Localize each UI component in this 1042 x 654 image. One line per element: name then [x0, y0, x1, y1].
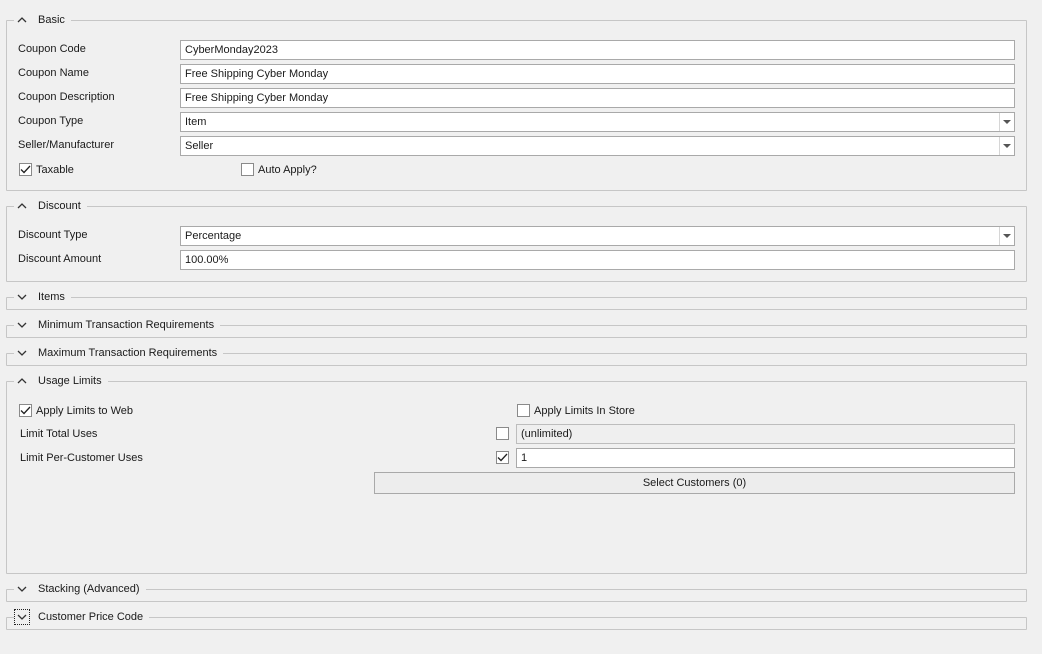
chevron-up-icon[interactable]	[14, 373, 30, 389]
auto-apply-label[interactable]: Auto Apply?	[258, 164, 317, 176]
group-discount-title: Discount	[38, 200, 81, 212]
group-min-requirements: Minimum Transaction Requirements	[6, 317, 1027, 338]
group-items-header[interactable]: Items	[14, 289, 71, 305]
group-max-requirements: Maximum Transaction Requirements	[6, 345, 1027, 366]
group-stacking: Stacking (Advanced)	[6, 581, 1027, 602]
group-items-frame	[6, 297, 1027, 310]
dropdown-arrow-icon[interactable]	[999, 113, 1014, 131]
group-basic-title: Basic	[38, 14, 65, 26]
coupon-type-select[interactable]: Item	[180, 112, 1015, 132]
coupon-type-value: Item	[185, 116, 207, 128]
group-stacking-header[interactable]: Stacking (Advanced)	[14, 581, 146, 597]
apply-limits-store-checkbox[interactable]	[517, 404, 530, 417]
chevron-down-icon[interactable]	[14, 317, 30, 333]
dropdown-arrow-icon[interactable]	[999, 137, 1014, 155]
checkmark-icon	[497, 453, 508, 462]
select-customers-button[interactable]: Select Customers (0)	[374, 472, 1015, 494]
group-usage-limits-header[interactable]: Usage Limits	[14, 373, 108, 389]
apply-limits-web-label[interactable]: Apply Limits to Web	[36, 405, 133, 417]
group-customer-price-code-header[interactable]: Customer Price Code	[14, 609, 150, 625]
limit-total-uses-label: Limit Total Uses	[20, 428, 98, 440]
group-basic-header[interactable]: Basic	[14, 12, 71, 28]
group-min-requirements-title: Minimum Transaction Requirements	[38, 319, 215, 331]
group-max-requirements-header[interactable]: Maximum Transaction Requirements	[14, 345, 224, 361]
limit-total-uses-input[interactable]: (unlimited)	[516, 424, 1015, 444]
coupon-description-value: Free Shipping Cyber Monday	[185, 92, 329, 104]
limit-per-customer-label: Limit Per-Customer Uses	[20, 452, 143, 464]
coupon-code-value: CyberMonday2023	[185, 44, 278, 56]
discount-amount-value: 100.00%	[185, 254, 229, 266]
apply-limits-store-label[interactable]: Apply Limits In Store	[534, 405, 635, 417]
checkmark-icon	[20, 165, 31, 174]
limit-per-customer-value: 1	[521, 452, 528, 464]
group-usage-limits-title: Usage Limits	[38, 375, 102, 387]
seller-label: Seller/Manufacturer	[18, 139, 114, 151]
discount-amount-label: Discount Amount	[18, 253, 102, 265]
group-customer-price-code-title: Customer Price Code	[38, 611, 144, 623]
group-max-requirements-title: Maximum Transaction Requirements	[38, 347, 218, 359]
discount-type-select[interactable]: Percentage	[180, 226, 1015, 246]
coupon-name-input[interactable]: Free Shipping Cyber Monday	[180, 64, 1015, 84]
coupon-name-label: Coupon Name	[18, 67, 89, 79]
limit-total-uses-value: (unlimited)	[521, 428, 573, 440]
group-basic: Basic Coupon Code CyberMonday2023 Coupon…	[6, 12, 1027, 191]
taxable-checkbox[interactable]	[19, 163, 32, 176]
chevron-down-icon[interactable]	[14, 609, 30, 625]
coupon-type-label: Coupon Type	[18, 115, 84, 127]
auto-apply-checkbox[interactable]	[241, 163, 254, 176]
coupon-code-input[interactable]: CyberMonday2023	[180, 40, 1015, 60]
chevron-down-icon[interactable]	[14, 345, 30, 361]
group-items: Items	[6, 289, 1027, 310]
group-min-requirements-header[interactable]: Minimum Transaction Requirements	[14, 317, 221, 333]
group-discount-header[interactable]: Discount	[14, 198, 87, 214]
limit-per-customer-checkbox[interactable]	[496, 451, 509, 464]
group-stacking-frame	[6, 589, 1027, 602]
dropdown-arrow-icon[interactable]	[999, 227, 1014, 245]
checkmark-icon	[20, 406, 31, 415]
coupon-description-input[interactable]: Free Shipping Cyber Monday	[180, 88, 1015, 108]
group-customer-price-code: Customer Price Code	[6, 609, 1027, 630]
group-stacking-title: Stacking (Advanced)	[38, 583, 140, 595]
limit-per-customer-input[interactable]: 1	[516, 448, 1015, 468]
seller-value: Seller	[185, 140, 214, 152]
group-discount: Discount Discount Type Percentage Discou…	[6, 198, 1027, 282]
group-items-title: Items	[38, 291, 65, 303]
taxable-label[interactable]: Taxable	[36, 164, 74, 176]
discount-type-value: Percentage	[185, 230, 242, 242]
chevron-down-icon[interactable]	[14, 581, 30, 597]
coupon-description-label: Coupon Description	[18, 91, 115, 103]
apply-limits-web-checkbox[interactable]	[19, 404, 32, 417]
coupon-code-label: Coupon Code	[18, 43, 86, 55]
group-usage-limits: Usage Limits Apply Limits to Web Apply L…	[6, 373, 1027, 574]
group-customer-price-code-frame	[6, 617, 1027, 630]
discount-amount-input[interactable]: 100.00%	[180, 250, 1015, 270]
coupon-name-value: Free Shipping Cyber Monday	[185, 68, 329, 80]
discount-type-label: Discount Type	[18, 229, 88, 241]
limit-total-uses-checkbox[interactable]	[496, 427, 509, 440]
seller-select[interactable]: Seller	[180, 136, 1015, 156]
chevron-up-icon[interactable]	[14, 198, 30, 214]
chevron-up-icon[interactable]	[14, 12, 30, 28]
chevron-down-icon[interactable]	[14, 289, 30, 305]
